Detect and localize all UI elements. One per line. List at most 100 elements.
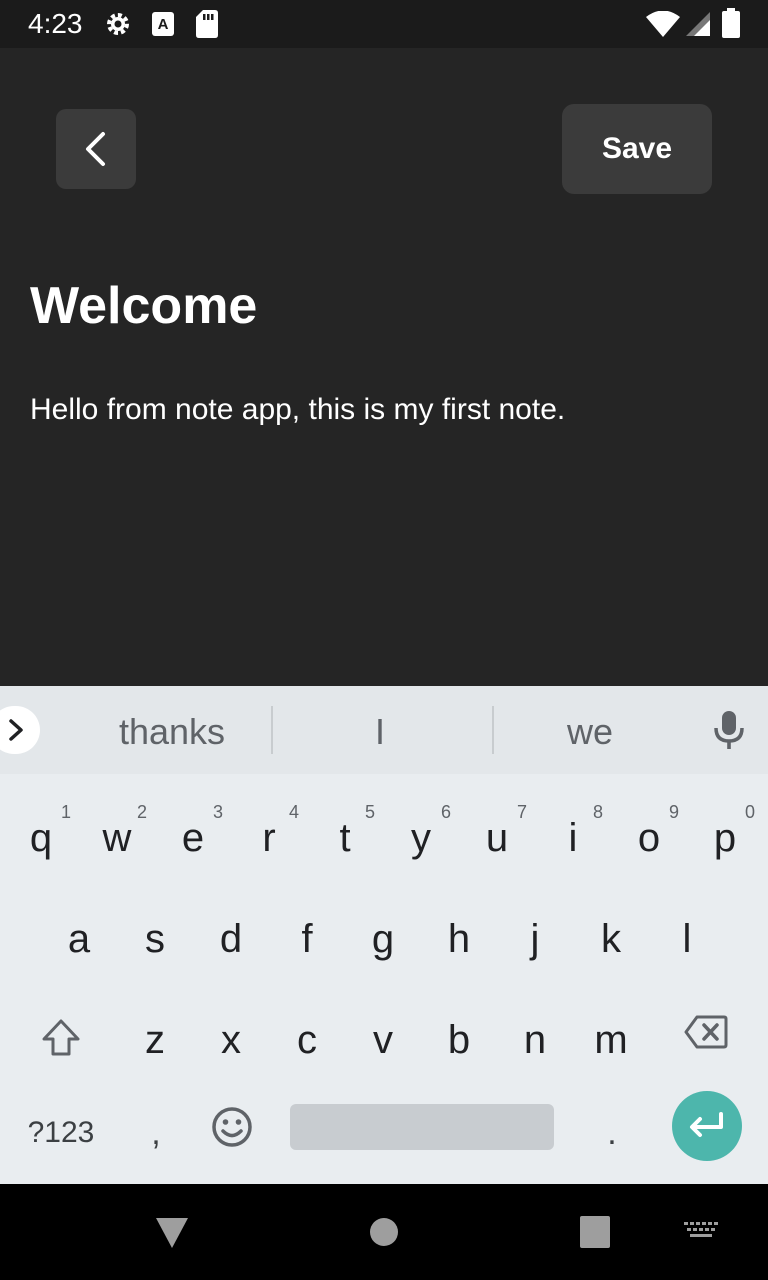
key-label: s — [145, 917, 165, 961]
key-a[interactable]: a — [41, 889, 117, 985]
key-i[interactable]: i8 — [535, 788, 611, 884]
key-u[interactable]: u7 — [459, 788, 535, 884]
wifi-icon — [646, 11, 680, 37]
key-hint: 5 — [364, 802, 375, 822]
key-n[interactable]: n — [497, 990, 573, 1086]
status-time: 4:23 — [28, 8, 83, 39]
suggestion-divider — [271, 706, 273, 754]
key-label: f — [301, 917, 313, 961]
recents-square-icon[interactable] — [580, 1216, 610, 1248]
key-h[interactable]: h — [421, 889, 497, 985]
key-x[interactable]: x — [193, 990, 269, 1086]
key-c[interactable]: c — [269, 990, 345, 1086]
key-o[interactable]: o9 — [611, 788, 687, 884]
enter-key[interactable] — [672, 1091, 742, 1161]
status-bar: 4:23 A — [0, 0, 768, 48]
key-label: j — [530, 917, 540, 961]
key-hint: 8 — [592, 802, 603, 822]
key-hint: 2 — [136, 802, 147, 822]
key-label: h — [447, 917, 471, 961]
note-editor: Save Welcome Hello from note app, this i… — [0, 48, 768, 686]
key-label: q — [29, 816, 53, 860]
key-hint: 6 — [440, 802, 451, 822]
mic-icon[interactable] — [712, 710, 746, 750]
key-hint: 4 — [288, 802, 299, 822]
key-b[interactable]: b — [421, 990, 497, 1086]
key-label: z — [145, 1018, 165, 1062]
symbols-key[interactable]: ?123 — [10, 1083, 112, 1179]
key-w[interactable]: w2 — [79, 788, 155, 884]
key-s[interactable]: s — [117, 889, 193, 985]
gear-icon — [107, 13, 129, 35]
a11y-a-icon: A — [152, 12, 174, 36]
key-label: o — [637, 816, 661, 860]
emoji-key[interactable] — [194, 1083, 270, 1179]
shift-key[interactable] — [23, 990, 99, 1086]
key-label: r — [262, 816, 276, 860]
key-label: v — [373, 1018, 393, 1062]
sd-card-icon — [196, 10, 218, 38]
period-key[interactable]: . — [574, 1083, 650, 1179]
space-key[interactable] — [290, 1104, 554, 1150]
key-label: k — [601, 917, 621, 961]
note-body-input[interactable]: Hello from note app, this is my first no… — [30, 392, 565, 428]
back-triangle-icon[interactable] — [154, 1214, 190, 1250]
key-y[interactable]: y6 — [383, 788, 459, 884]
key-label: a — [67, 917, 91, 961]
key-label: t — [339, 816, 351, 860]
shift-icon — [42, 1019, 80, 1056]
key-l[interactable]: l — [649, 889, 725, 985]
key-label: u — [485, 816, 509, 860]
chevron-left-icon — [86, 132, 105, 166]
key-j[interactable]: j — [497, 889, 573, 985]
key-g[interactable]: g — [345, 889, 421, 985]
comma-key[interactable]: , — [118, 1083, 194, 1179]
key-label: d — [219, 917, 243, 961]
suggestion-3[interactable]: we — [500, 710, 680, 754]
key-hint: 1 — [60, 802, 71, 822]
soft-keyboard: thanks I we q1 w2 e3 r4 t5 y6 u7 i8 o9 p… — [0, 686, 768, 1184]
key-e[interactable]: e3 — [155, 788, 231, 884]
backspace-icon — [684, 1015, 728, 1049]
key-r[interactable]: r4 — [231, 788, 307, 884]
key-q[interactable]: q1 — [3, 788, 79, 884]
key-label: c — [297, 1018, 317, 1062]
home-circle-icon[interactable] — [368, 1216, 400, 1248]
key-m[interactable]: m — [573, 990, 649, 1086]
key-hint: 0 — [744, 802, 755, 822]
key-k[interactable]: k — [573, 889, 649, 985]
keyboard-switch-icon[interactable] — [684, 1222, 718, 1242]
navigation-bar — [0, 1184, 768, 1280]
key-label: , — [151, 1114, 161, 1152]
key-label: m — [594, 1018, 628, 1062]
key-z[interactable]: z — [117, 990, 193, 1086]
suggestion-divider — [492, 706, 494, 754]
expand-toolbar-button[interactable] — [0, 706, 40, 754]
suggestion-2[interactable]: I — [290, 710, 470, 754]
key-label: g — [371, 917, 395, 961]
backspace-key[interactable] — [668, 990, 744, 1086]
key-hint: 3 — [212, 802, 223, 822]
key-label: n — [523, 1018, 547, 1062]
key-label: i — [568, 816, 578, 860]
key-label: e — [181, 816, 205, 860]
back-button[interactable] — [56, 109, 136, 189]
note-title-input[interactable]: Welcome — [30, 278, 257, 334]
enter-icon — [690, 1112, 723, 1137]
key-f[interactable]: f — [269, 889, 345, 985]
emoji-icon — [212, 1107, 252, 1147]
save-button[interactable]: Save — [562, 104, 712, 194]
chevron-right-icon — [9, 719, 23, 741]
key-v[interactable]: v — [345, 990, 421, 1086]
key-t[interactable]: t5 — [307, 788, 383, 884]
key-label: b — [447, 1018, 471, 1062]
key-hint: 9 — [668, 802, 679, 822]
key-p[interactable]: p0 — [687, 788, 763, 884]
key-d[interactable]: d — [193, 889, 269, 985]
key-label: l — [682, 917, 692, 961]
key-label: p — [713, 816, 737, 860]
suggestion-1[interactable]: thanks — [82, 710, 262, 754]
key-label: x — [221, 1018, 241, 1062]
suggestion-bar: thanks I we — [0, 686, 768, 774]
key-label: ?123 — [27, 1116, 95, 1149]
